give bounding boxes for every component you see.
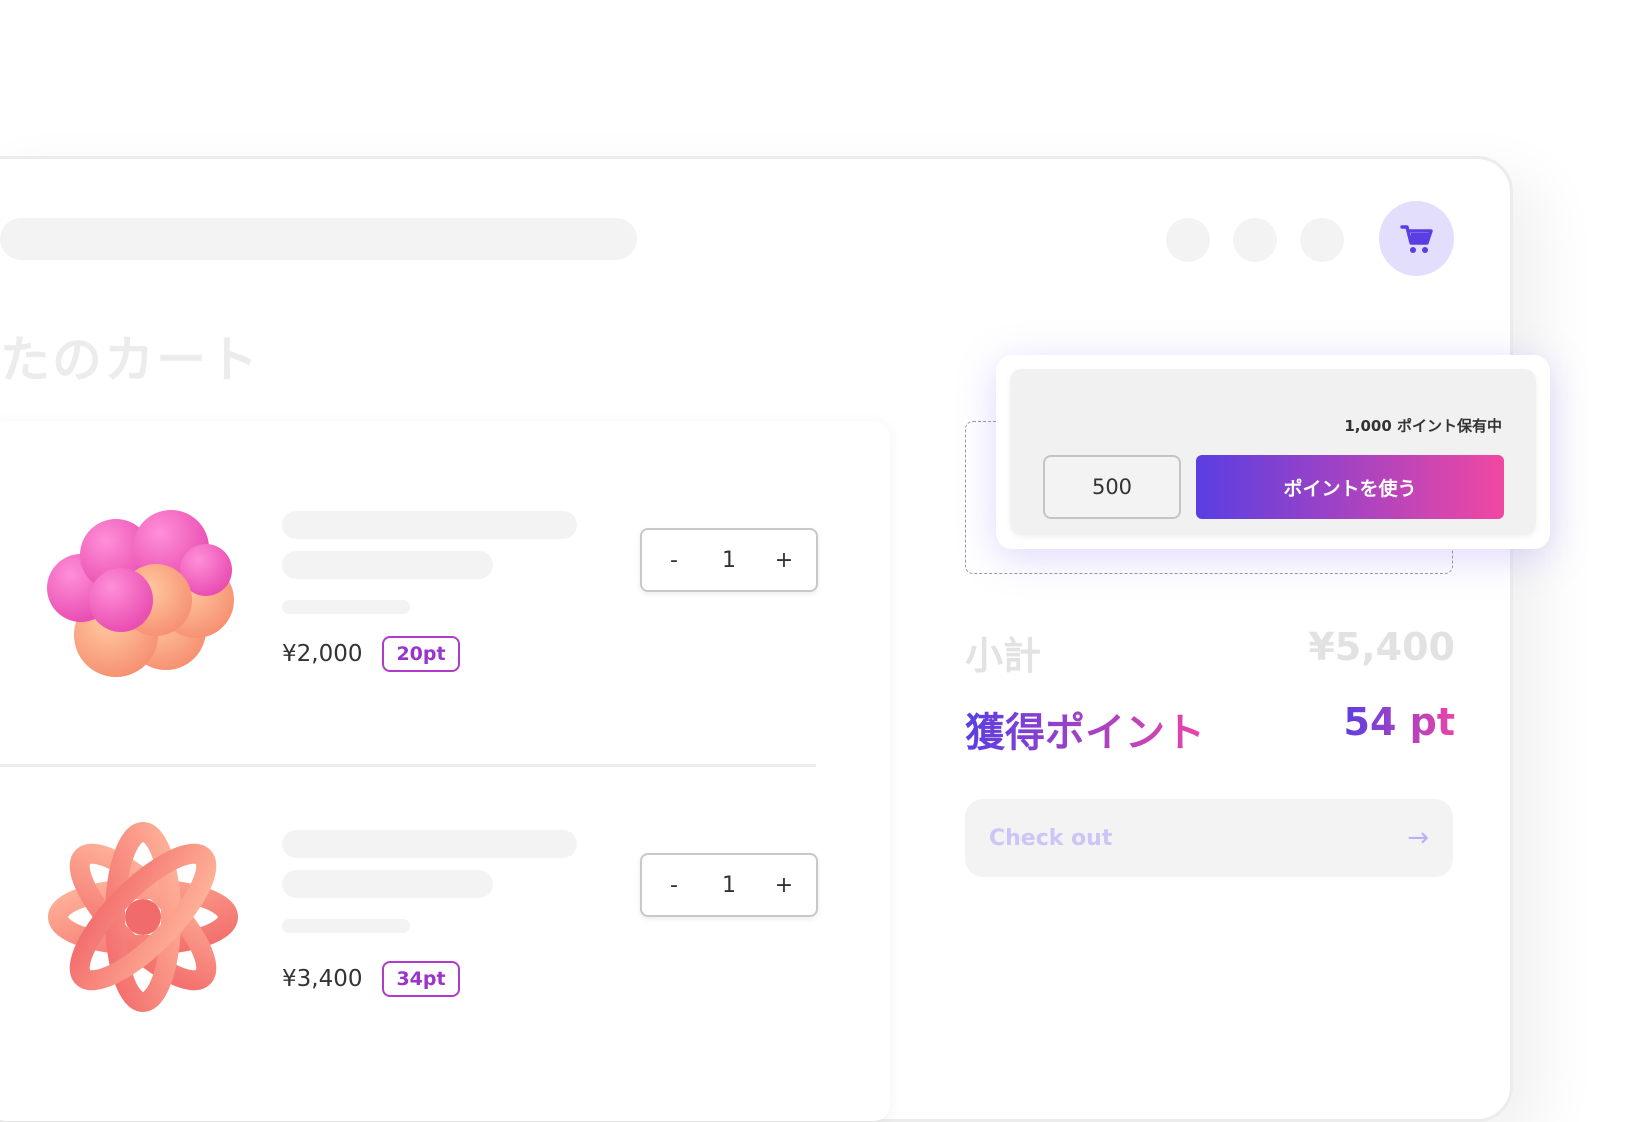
decrement-button[interactable]: - — [662, 548, 686, 573]
product-name-placeholder — [282, 830, 577, 858]
quantity-stepper[interactable]: - 1 + — [640, 528, 818, 592]
product-desc-placeholder — [282, 551, 493, 579]
product-name-placeholder — [282, 511, 577, 539]
product-image-knot — [48, 822, 238, 1012]
cart-icon — [1399, 224, 1433, 253]
increment-button[interactable]: + — [772, 873, 796, 898]
checkout-label: Check out — [989, 825, 1113, 851]
nav-placeholder-3[interactable] — [1300, 218, 1344, 262]
nav-placeholder-2[interactable] — [1233, 218, 1277, 262]
checkout-button[interactable]: Check out → — [965, 799, 1453, 877]
cart-button[interactable] — [1379, 201, 1454, 276]
item-price: ¥3,400 — [282, 966, 363, 992]
points-input[interactable] — [1043, 455, 1181, 519]
item-price: ¥2,000 — [282, 641, 363, 667]
use-points-button[interactable]: ポイントを使う — [1196, 455, 1504, 519]
quantity-stepper[interactable]: - 1 + — [640, 853, 818, 917]
quantity-value: 1 — [722, 547, 736, 573]
increment-button[interactable]: + — [772, 548, 796, 573]
earned-points-label: 獲得ポイント — [965, 700, 1205, 758]
decrement-button[interactable]: - — [662, 873, 686, 898]
nav-placeholder-1[interactable] — [1166, 218, 1210, 262]
subtotal-label: 小計 — [965, 634, 1042, 678]
page-title: たのカート — [0, 331, 260, 389]
points-popover: 1,000 ポイント保有中 ポイントを使う — [996, 355, 1550, 549]
quantity-value: 1 — [722, 872, 736, 898]
earned-points-value: 54 pt — [1343, 700, 1455, 744]
points-held-text: 1,000 ポイント保有中 — [1344, 417, 1502, 435]
address-bar-placeholder — [0, 218, 637, 260]
subtotal-value: ¥5,400 — [1308, 625, 1455, 669]
item-divider — [0, 764, 816, 767]
product-meta-placeholder — [282, 600, 410, 614]
points-badge: 34pt — [382, 961, 460, 997]
product-meta-placeholder — [282, 919, 410, 933]
points-panel: 1,000 ポイント保有中 ポイントを使う — [1010, 369, 1536, 535]
arrow-right-icon: → — [1407, 823, 1429, 853]
product-desc-placeholder — [282, 870, 493, 898]
product-image-blob — [47, 510, 234, 677]
points-badge: 20pt — [382, 636, 460, 672]
